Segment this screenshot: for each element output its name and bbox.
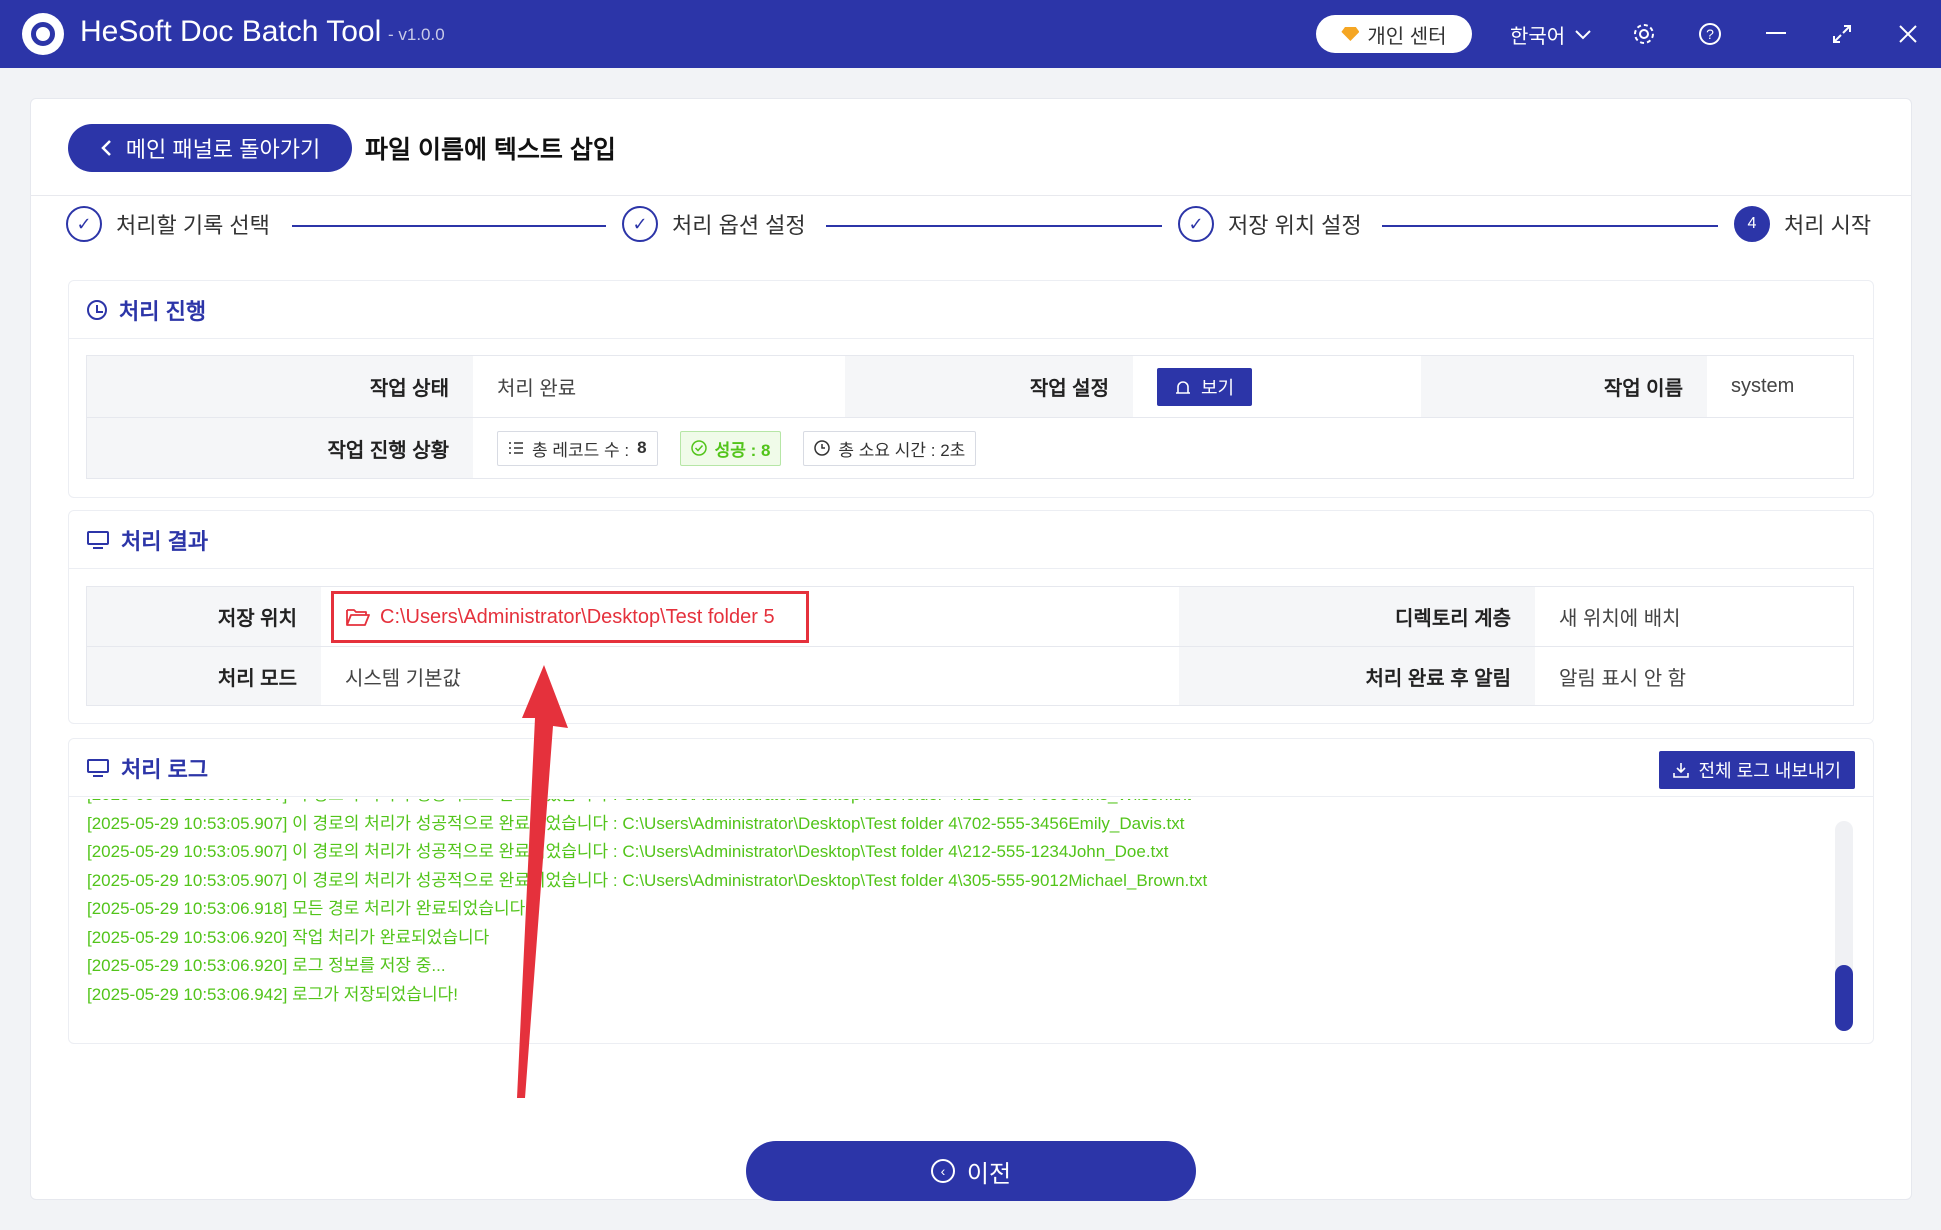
task-name-label: 작업 이름 (1421, 356, 1707, 417)
step-1: ✓ 처리할 기록 선택 (66, 206, 270, 242)
total-records-label: 총 레코드 수 : (532, 440, 630, 460)
svg-text:?: ? (1706, 26, 1714, 42)
log-line: [2025-05-29 10:53:06.918] 모든 경로 처리가 완료되었… (87, 899, 530, 918)
dir-level-value: 새 위치에 배치 (1535, 587, 1853, 646)
step-1-label: 처리할 기록 선택 (116, 213, 270, 238)
progress-panel-title: 처리 진행 (119, 298, 207, 324)
step-connector (826, 225, 1162, 227)
progress-table: 작업 상태 처리 완료 작업 설정 보기 작업 이름 system 작업 진행 … (86, 355, 1854, 479)
log-line: [2025-05-29 10:53:06.920] 로그 정보를 저장 중... (87, 956, 446, 975)
back-button-label: 메인 패널로 돌아가기 (125, 137, 321, 162)
total-records-tag: 총 레코드 수 : 8 (497, 430, 658, 466)
maximize-icon[interactable] (1826, 18, 1858, 50)
log-panel-header: 처리 로그 (69, 739, 1873, 797)
result-panel-title: 처리 결과 (121, 528, 209, 554)
app-version: - v1.0.0 (388, 25, 445, 44)
process-mode-label: 처리 모드 (87, 646, 321, 705)
task-status-value: 처리 완료 (473, 356, 845, 417)
log-list[interactable]: [2025-05-29 10:53:05.907] 이 경로의 처리가 성공적으… (87, 799, 1807, 1019)
log-line: [2025-05-29 10:53:05.907] 이 경로의 처리가 성공적으… (87, 842, 1169, 861)
header-divider (30, 195, 1912, 196)
view-button-label: 보기 (1201, 377, 1235, 398)
step-2: ✓ 처리 옵션 설정 (622, 206, 806, 242)
folder-open-icon (346, 609, 370, 626)
save-location-path: C:\Users\Administrator\Desktop\Test fold… (380, 605, 775, 628)
total-records-count: 8 (637, 438, 647, 457)
chevron-left-icon (101, 140, 111, 156)
check-icon: ✓ (1178, 206, 1214, 242)
page-title: 파일 이름에 텍스트 삽입 (365, 136, 616, 164)
check-circle-icon (690, 440, 707, 456)
task-name-value: system (1707, 356, 1853, 417)
minimize-icon[interactable] (1760, 18, 1792, 50)
chevron-left-circle-icon: ‹ (930, 1159, 955, 1183)
download-icon (1672, 763, 1689, 778)
back-to-main-button[interactable]: 메인 패널로 돌아가기 (68, 124, 352, 172)
view-settings-button[interactable]: 보기 (1157, 367, 1253, 406)
notify-label: 처리 완료 후 알림 (1179, 646, 1535, 705)
log-line: [2025-05-29 10:53:06.920] 작업 처리가 완료되었습니다 (87, 927, 490, 947)
title-bar: HeSoft Doc Batch Tool - v1.0.0 개인 센터 한국어… (0, 0, 1941, 68)
log-line: [2025-05-29 10:53:06.942] 로그가 저장되었습니다! (87, 984, 458, 1004)
elapsed-time: 총 소요 시간 : 2초 (838, 440, 966, 460)
task-status-label: 작업 상태 (87, 356, 473, 417)
export-log-label: 전체 로그 내보내기 (1698, 761, 1841, 781)
log-panel-title: 처리 로그 (121, 756, 209, 782)
step-connector (292, 225, 606, 227)
export-log-button[interactable]: 전체 로그 내보내기 (1658, 751, 1855, 789)
save-location-label: 저장 위치 (87, 587, 321, 646)
help-icon[interactable]: ? (1694, 18, 1726, 50)
task-settings-label: 작업 설정 (845, 356, 1133, 417)
diamond-icon (1341, 27, 1360, 41)
log-line: [2025-05-29 10:53:05.907] 이 경로의 처리가 성공적으… (87, 813, 1185, 833)
result-panel-header: 처리 결과 (69, 511, 1873, 569)
app-title: HeSoft Doc Batch Tool (80, 15, 382, 48)
previous-button[interactable]: ‹ 이전 (746, 1141, 1196, 1201)
step-3: ✓ 저장 위치 설정 (1178, 206, 1362, 242)
progress-panel-header: 처리 진행 (69, 281, 1873, 339)
alarm-icon (1176, 380, 1190, 394)
log-scrollbar-thumb[interactable] (1835, 965, 1853, 1031)
task-progress-values: 총 레코드 수 : 8 성공 : 8 총 소요 시간 : 2초 (473, 417, 1853, 478)
language-selector[interactable]: 한국어 (1510, 20, 1591, 49)
dir-level-label: 디렉토리 계층 (1179, 587, 1535, 646)
check-icon: ✓ (66, 206, 102, 242)
app-logo-icon (22, 13, 64, 55)
previous-button-label: 이전 (966, 1160, 1012, 1188)
success-count: 성공 : 8 (714, 440, 771, 460)
step-4-number: 4 (1734, 206, 1770, 242)
personal-center-button[interactable]: 개인 센터 (1316, 15, 1472, 53)
log-line: [2025-05-29 10:53:05.907] 이 경로의 처리가 성공적으… (87, 870, 1208, 890)
notify-value: 알림 표시 안 함 (1535, 646, 1853, 705)
settings-gear-icon[interactable] (1628, 18, 1660, 50)
task-progress-label: 작업 진행 상황 (87, 417, 473, 478)
personal-center-label: 개인 센터 (1367, 25, 1447, 48)
log-scrollbar[interactable] (1835, 821, 1853, 1031)
save-location-link[interactable]: C:\Users\Administrator\Desktop\Test fold… (331, 591, 809, 643)
success-tag: 성공 : 8 (679, 430, 782, 466)
elapsed-time-tag: 총 소요 시간 : 2초 (803, 430, 977, 466)
process-mode-value: 시스템 기본값 (321, 646, 1179, 705)
step-connector (1382, 225, 1718, 227)
step-3-label: 저장 위치 설정 (1228, 213, 1362, 238)
check-icon: ✓ (622, 206, 658, 242)
log-line: [2025-05-29 10:53:05.907] 이 경로의 처리가 성공적으… (87, 799, 1807, 810)
monitor-icon (87, 758, 109, 777)
task-settings-cell: 보기 (1133, 356, 1421, 417)
log-panel: 처리 로그 전체 로그 내보내기 [2025-05-29 10:53:05.90… (68, 738, 1874, 1044)
step-4: 4 처리 시작 (1734, 206, 1871, 242)
list-icon (509, 442, 523, 454)
close-icon[interactable] (1892, 18, 1924, 50)
clock-icon (814, 440, 831, 456)
clock-icon (87, 299, 107, 320)
step-2-label: 처리 옵션 설정 (672, 213, 806, 238)
step-4-label: 처리 시작 (1784, 213, 1872, 238)
language-label: 한국어 (1510, 26, 1566, 48)
chevron-down-icon (1575, 29, 1591, 39)
monitor-icon (87, 530, 109, 549)
